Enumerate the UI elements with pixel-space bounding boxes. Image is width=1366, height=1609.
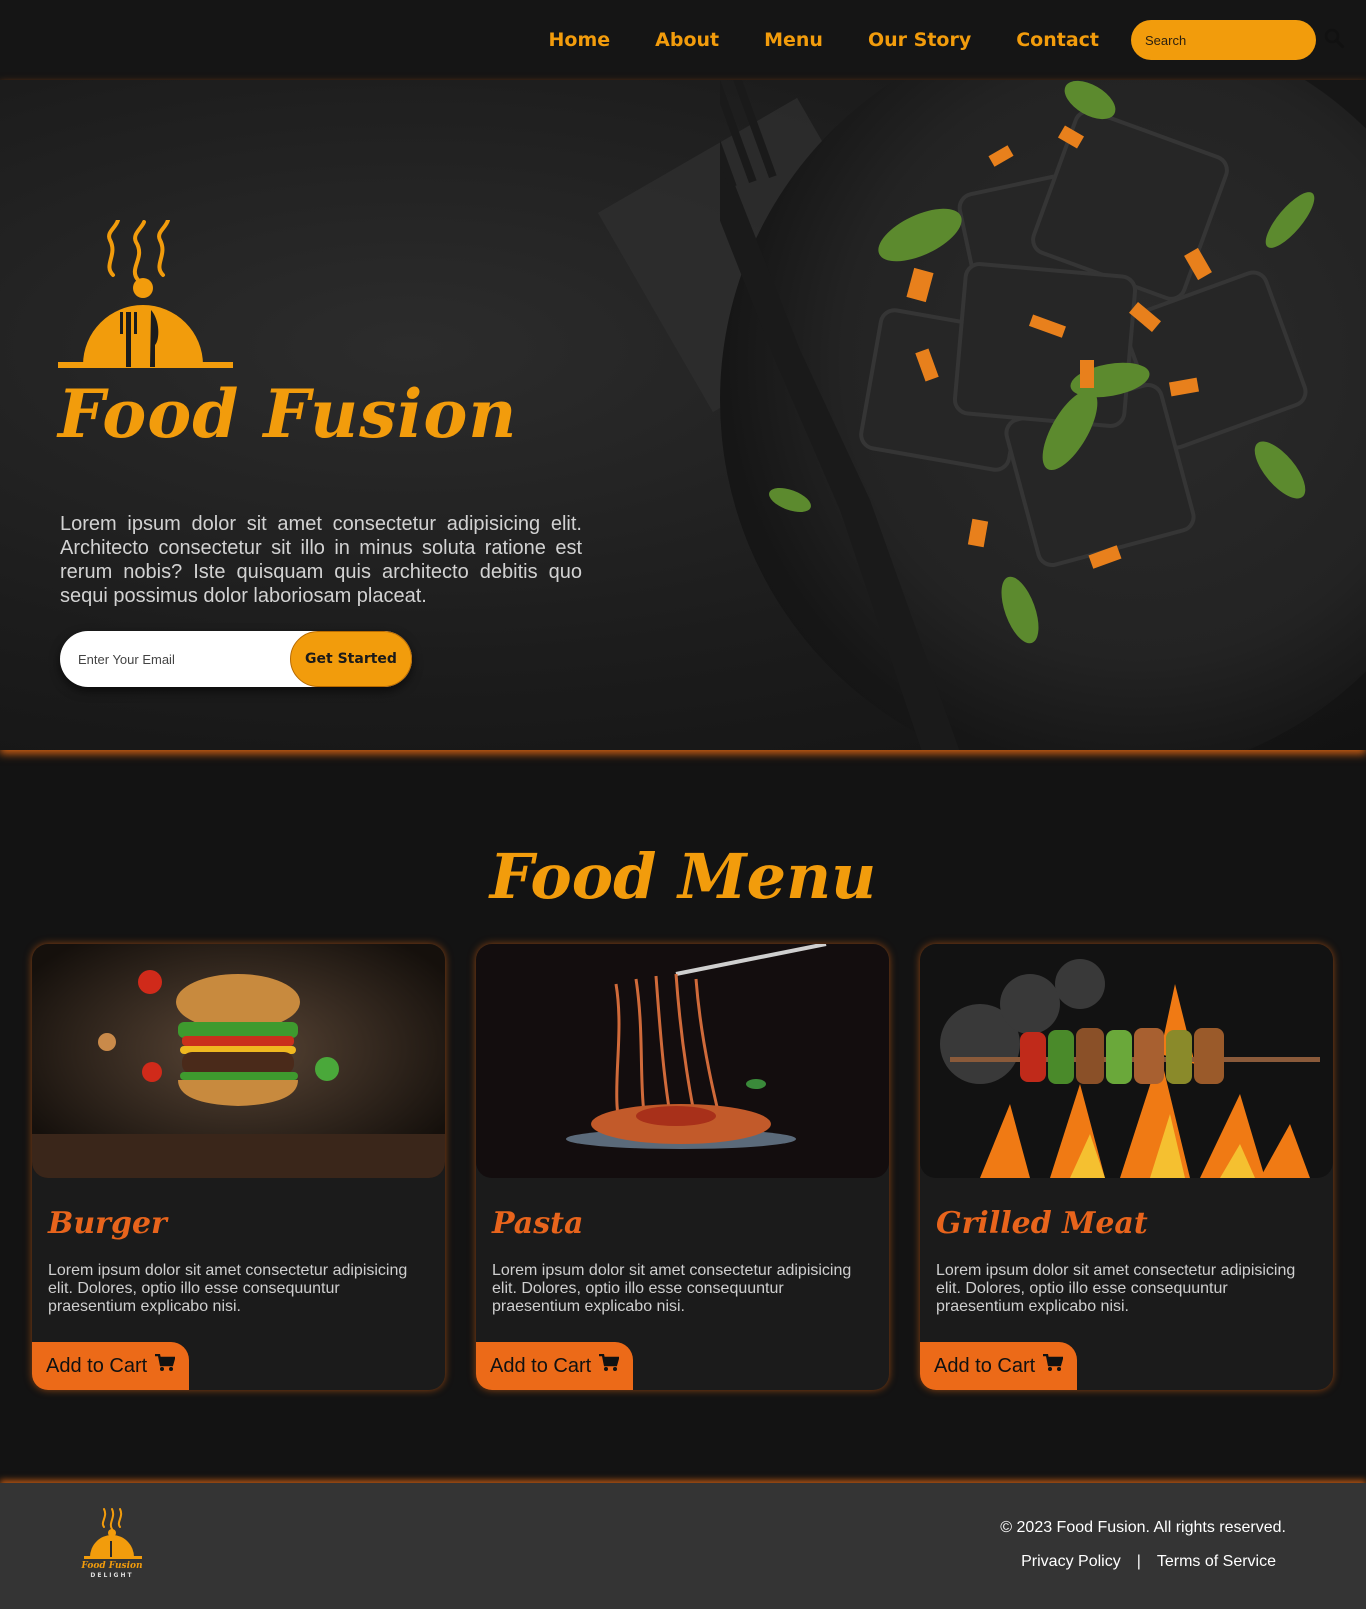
card-title: Burger [48, 1206, 167, 1241]
privacy-policy-link[interactable]: Privacy Policy [1021, 1553, 1121, 1571]
copyright-text: © 2023 Food Fusion. All rights reserved. [1000, 1519, 1286, 1536]
get-started-button[interactable]: Get Started [290, 631, 412, 687]
footer-logo-sub: DELIGHT [90, 1572, 133, 1579]
card-title: Pasta [492, 1206, 584, 1241]
cart-icon [155, 1353, 176, 1378]
pasta-image [476, 944, 889, 1178]
nav-about[interactable]: About [655, 29, 719, 51]
card-description: Lorem ipsum dolor sit amet consectetur a… [492, 1262, 852, 1315]
top-navbar: Home About Menu Our Story Contact [0, 0, 1366, 80]
plate-image [691, 80, 1366, 750]
footer-logo-icon[interactable]: Food Fusion DELIGHT [78, 1507, 150, 1584]
nav-links: Home About Menu Our Story Contact [549, 29, 1100, 51]
cart-icon [1043, 1353, 1064, 1378]
footer: Food Fusion DELIGHT © 2023 Food Fusion. … [0, 1483, 1366, 1609]
footer-links: Privacy Policy | Terms of Service [1021, 1553, 1276, 1571]
grilled-meat-image [920, 944, 1333, 1178]
search-input[interactable] [1143, 31, 1323, 49]
nav-menu[interactable]: Menu [764, 29, 823, 51]
cart-icon [599, 1353, 620, 1378]
nav-home[interactable]: Home [549, 29, 611, 51]
email-signup-form: Get Started [60, 631, 412, 687]
menu-card-grilled-meat: Grilled Meat Lorem ipsum dolor sit amet … [920, 944, 1333, 1390]
add-to-cart-button[interactable]: Add to Cart [32, 1342, 190, 1390]
add-to-cart-button[interactable]: Add to Cart [920, 1342, 1078, 1390]
nav-our-story[interactable]: Our Story [868, 29, 971, 51]
add-to-cart-label: Add to Cart [490, 1354, 592, 1377]
email-input[interactable] [76, 650, 280, 668]
search-box [1131, 20, 1344, 60]
hero-section: Food Fusion Lorem ipsum dolor sit amet c… [0, 80, 1366, 750]
menu-title: Food Menu [489, 840, 877, 913]
card-title: Grilled Meat [936, 1206, 1148, 1241]
hero-description: Lorem ipsum dolor sit amet consectetur a… [60, 513, 582, 607]
card-description: Lorem ipsum dolor sit amet consectetur a… [936, 1262, 1296, 1315]
burger-image [32, 944, 445, 1178]
cloche-logo-icon [58, 218, 238, 380]
terms-of-service-link[interactable]: Terms of Service [1157, 1553, 1276, 1571]
menu-card-burger: Burger Lorem ipsum dolor sit amet consec… [32, 944, 445, 1390]
menu-card-pasta: Pasta Lorem ipsum dolor sit amet consect… [476, 944, 889, 1390]
footer-separator: | [1136, 1553, 1141, 1570]
add-to-cart-label: Add to Cart [46, 1354, 148, 1377]
footer-logo-brand: Food Fusion [80, 1561, 142, 1571]
add-to-cart-label: Add to Cart [934, 1354, 1036, 1377]
nav-contact[interactable]: Contact [1016, 29, 1099, 51]
brand-title: Food Fusion [58, 375, 518, 453]
add-to-cart-button[interactable]: Add to Cart [476, 1342, 634, 1390]
card-description: Lorem ipsum dolor sit amet consectetur a… [48, 1262, 408, 1315]
search-icon[interactable] [1323, 27, 1345, 54]
